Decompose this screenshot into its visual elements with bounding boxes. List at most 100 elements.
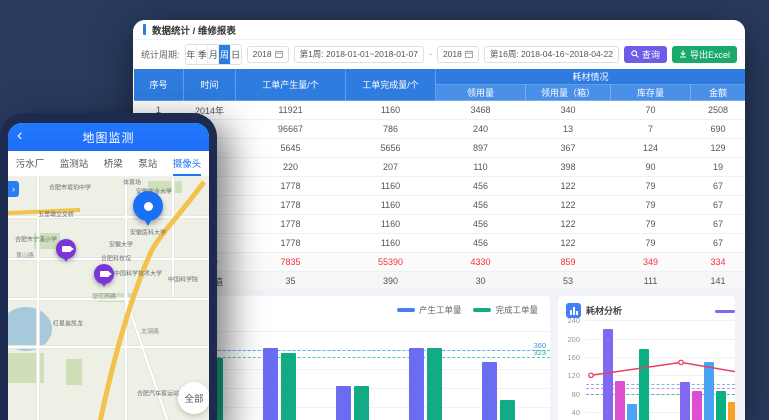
map-poi-label: 合肥科技馆 <box>101 254 131 263</box>
phone-header: ‹ 地图监测 <box>8 123 209 151</box>
y-axis-tick: 160 <box>558 353 580 362</box>
breadcrumb-text: 数据统计 / 维修报表 <box>152 23 236 37</box>
show-all-button[interactable]: 全部 <box>178 382 209 414</box>
map-poi-label: 中国科学院 <box>168 275 198 284</box>
col-header-index: 序号 <box>134 69 184 101</box>
segment-quarter[interactable]: 季 <box>196 45 207 64</box>
map-poi-label: 合肥汽车客运站 <box>137 389 179 398</box>
admin-dashboard-window: 数据统计 / 维修报表 统计周期: 年 季 月 周 日 2018 第1周: 20… <box>133 20 745 420</box>
total-row: 合计7835553904330859349334 <box>134 253 746 272</box>
y-axis-tick: 120 <box>558 371 580 380</box>
table-row: 356455656897367124129 <box>134 139 746 158</box>
breadcrumb-accent-bar <box>143 24 146 35</box>
map-poi-label: 望江西路 <box>92 292 116 301</box>
table-row: 8177811604561227967 <box>134 234 746 253</box>
consumable-bar <box>704 362 714 420</box>
week-to-input[interactable]: 第16周: 2018-04-16~2018-04-22 <box>484 46 619 63</box>
phone-tab-bar: 污水厂 监测站 桥梁 泵站 摄像头 <box>8 151 209 177</box>
segment-year[interactable]: 年 <box>186 45 197 64</box>
bar-产生工单量 <box>409 348 424 420</box>
col-header-time: 时间 <box>184 69 236 101</box>
bar-产生工单量 <box>482 362 497 420</box>
camera-pin[interactable] <box>56 239 76 259</box>
calendar-icon <box>275 50 283 58</box>
bar-产生工单量 <box>336 386 351 420</box>
phone-mockup: ‹ 地图监测 污水厂 监测站 桥梁 泵站 摄像头 <box>0 113 217 420</box>
tab-pump-station[interactable]: 泵站 <box>138 151 157 176</box>
tab-monitor-station[interactable]: 监测站 <box>60 151 89 176</box>
table-row: 7177811604561227967 <box>134 215 746 234</box>
col-header-created: 工单产生量/个 <box>236 69 346 101</box>
consumable-bar <box>627 404 637 420</box>
table-body: 12014年1192111603468340702508296667786240… <box>134 101 746 291</box>
camera-icon <box>62 246 71 252</box>
year-from-select[interactable]: 2018 <box>247 46 289 63</box>
calendar-icon <box>465 50 473 58</box>
tab-bridge[interactable]: 桥梁 <box>104 151 123 176</box>
pin-dot <box>144 202 153 211</box>
consumable-bar <box>639 349 649 420</box>
consumable-bar <box>680 382 690 420</box>
filter-bar: 统计周期: 年 季 月 周 日 2018 第1周: 2018-01-01~201… <box>133 40 745 68</box>
table-row: 5177811604561227967 <box>134 177 746 196</box>
avg-row: 平均值353903053111141 <box>134 272 746 291</box>
bar-完成工单量 <box>427 348 442 420</box>
chart2-plot-area: 2402001601208040 <box>558 296 735 420</box>
bar-完成工单量 <box>354 386 369 420</box>
map-panel-toggle[interactable]: › <box>8 181 19 197</box>
export-excel-button[interactable]: 导出Excel <box>672 46 737 63</box>
bar-完成工单量 <box>281 353 296 420</box>
map-poi-label: 中国科学技术大学 <box>114 269 162 278</box>
col-subheader-3: 库存量 <box>611 85 691 101</box>
period-segmented-control: 年 季 月 周 日 <box>185 44 242 65</box>
download-icon <box>679 50 687 58</box>
year-to-select[interactable]: 2018 <box>437 46 479 63</box>
map-poi-label: 合肥市宁溪小学 <box>15 235 57 244</box>
segment-month[interactable]: 月 <box>207 45 218 64</box>
map-poi-label: 安徽大学 <box>109 240 133 249</box>
period-label: 统计周期: <box>141 48 180 61</box>
tab-camera[interactable]: 摄像头 <box>173 151 202 176</box>
map-poi-label: 合肥市琥珀中学 <box>49 183 91 192</box>
camera-icon <box>100 271 109 277</box>
col-subheader-2: 领用量（箱） <box>526 85 611 101</box>
col-header-group-consumables: 耗材情况 <box>436 69 746 85</box>
consumables-chart-card: 耗材分析 2402001601208040 <box>558 296 735 420</box>
query-button[interactable]: 查询 <box>624 46 667 63</box>
table-row: 296667786240137690 <box>134 120 746 139</box>
y-axis-tick: 40 <box>558 408 580 417</box>
back-chevron-icon[interactable]: ‹ <box>17 126 22 146</box>
map-poi-label: 安徽医科大学 <box>130 228 166 237</box>
selected-location-pin[interactable] <box>133 191 163 221</box>
y-axis-tick: 200 <box>558 335 580 344</box>
map-poi-label: 五里墩立交桥 <box>38 210 74 219</box>
report-table: 序号 时间 工单产生量/个 工单完成量/个 耗材情况 领用量 领用量（箱） 库存… <box>133 68 745 291</box>
map-labels-layer: 合肥市琥珀中学体育场安徽农业大学五里墩立交桥安徽医科大学合肥市宁溪小学安徽大学合… <box>8 177 209 420</box>
consumable-bar <box>728 402 735 420</box>
y-axis-tick: 80 <box>558 390 580 399</box>
screenshot-stage: 数据统计 / 维修报表 统计周期: 年 季 月 周 日 2018 第1周: 20… <box>0 0 769 420</box>
breadcrumb: 数据统计 / 维修报表 <box>133 20 745 40</box>
charts-row: 产生工单量 完成工单量 360323 耗材分析 2402001601208040 <box>133 291 745 420</box>
phone-screen: ‹ 地图监测 污水厂 监测站 桥梁 泵站 摄像头 <box>8 123 209 420</box>
map-view[interactable]: 合肥市琥珀中学体育场安徽农业大学五里墩立交桥安徽医科大学合肥市宁溪小学安徽大学合… <box>8 177 209 420</box>
table-row: 42202071103989019 <box>134 158 746 177</box>
camera-pin[interactable] <box>94 264 114 284</box>
consumable-bar <box>692 391 702 420</box>
tab-sewage-plant[interactable]: 污水厂 <box>16 151 45 176</box>
bar-完成工单量 <box>500 400 515 420</box>
table-row: 12014年1192111603468340702508 <box>134 101 746 120</box>
col-subheader-1: 领用量 <box>436 85 526 101</box>
search-icon <box>631 50 639 58</box>
consumable-bar <box>603 329 613 420</box>
reference-line-label: 323 <box>533 348 546 357</box>
map-poi-label: 红星美凯龙 <box>53 319 83 328</box>
segment-week[interactable]: 周 <box>218 45 229 64</box>
table-row: 6177811604561227967 <box>134 196 746 215</box>
phone-page-title: 地图监测 <box>82 129 134 146</box>
segment-day[interactable]: 日 <box>230 45 241 64</box>
col-header-completed: 工单完成量/个 <box>346 69 436 101</box>
consumable-bar <box>615 381 625 420</box>
map-poi-label: 体育场 <box>123 178 141 187</box>
week-from-input[interactable]: 第1周: 2018-01-01~2018-01-07 <box>294 46 424 63</box>
